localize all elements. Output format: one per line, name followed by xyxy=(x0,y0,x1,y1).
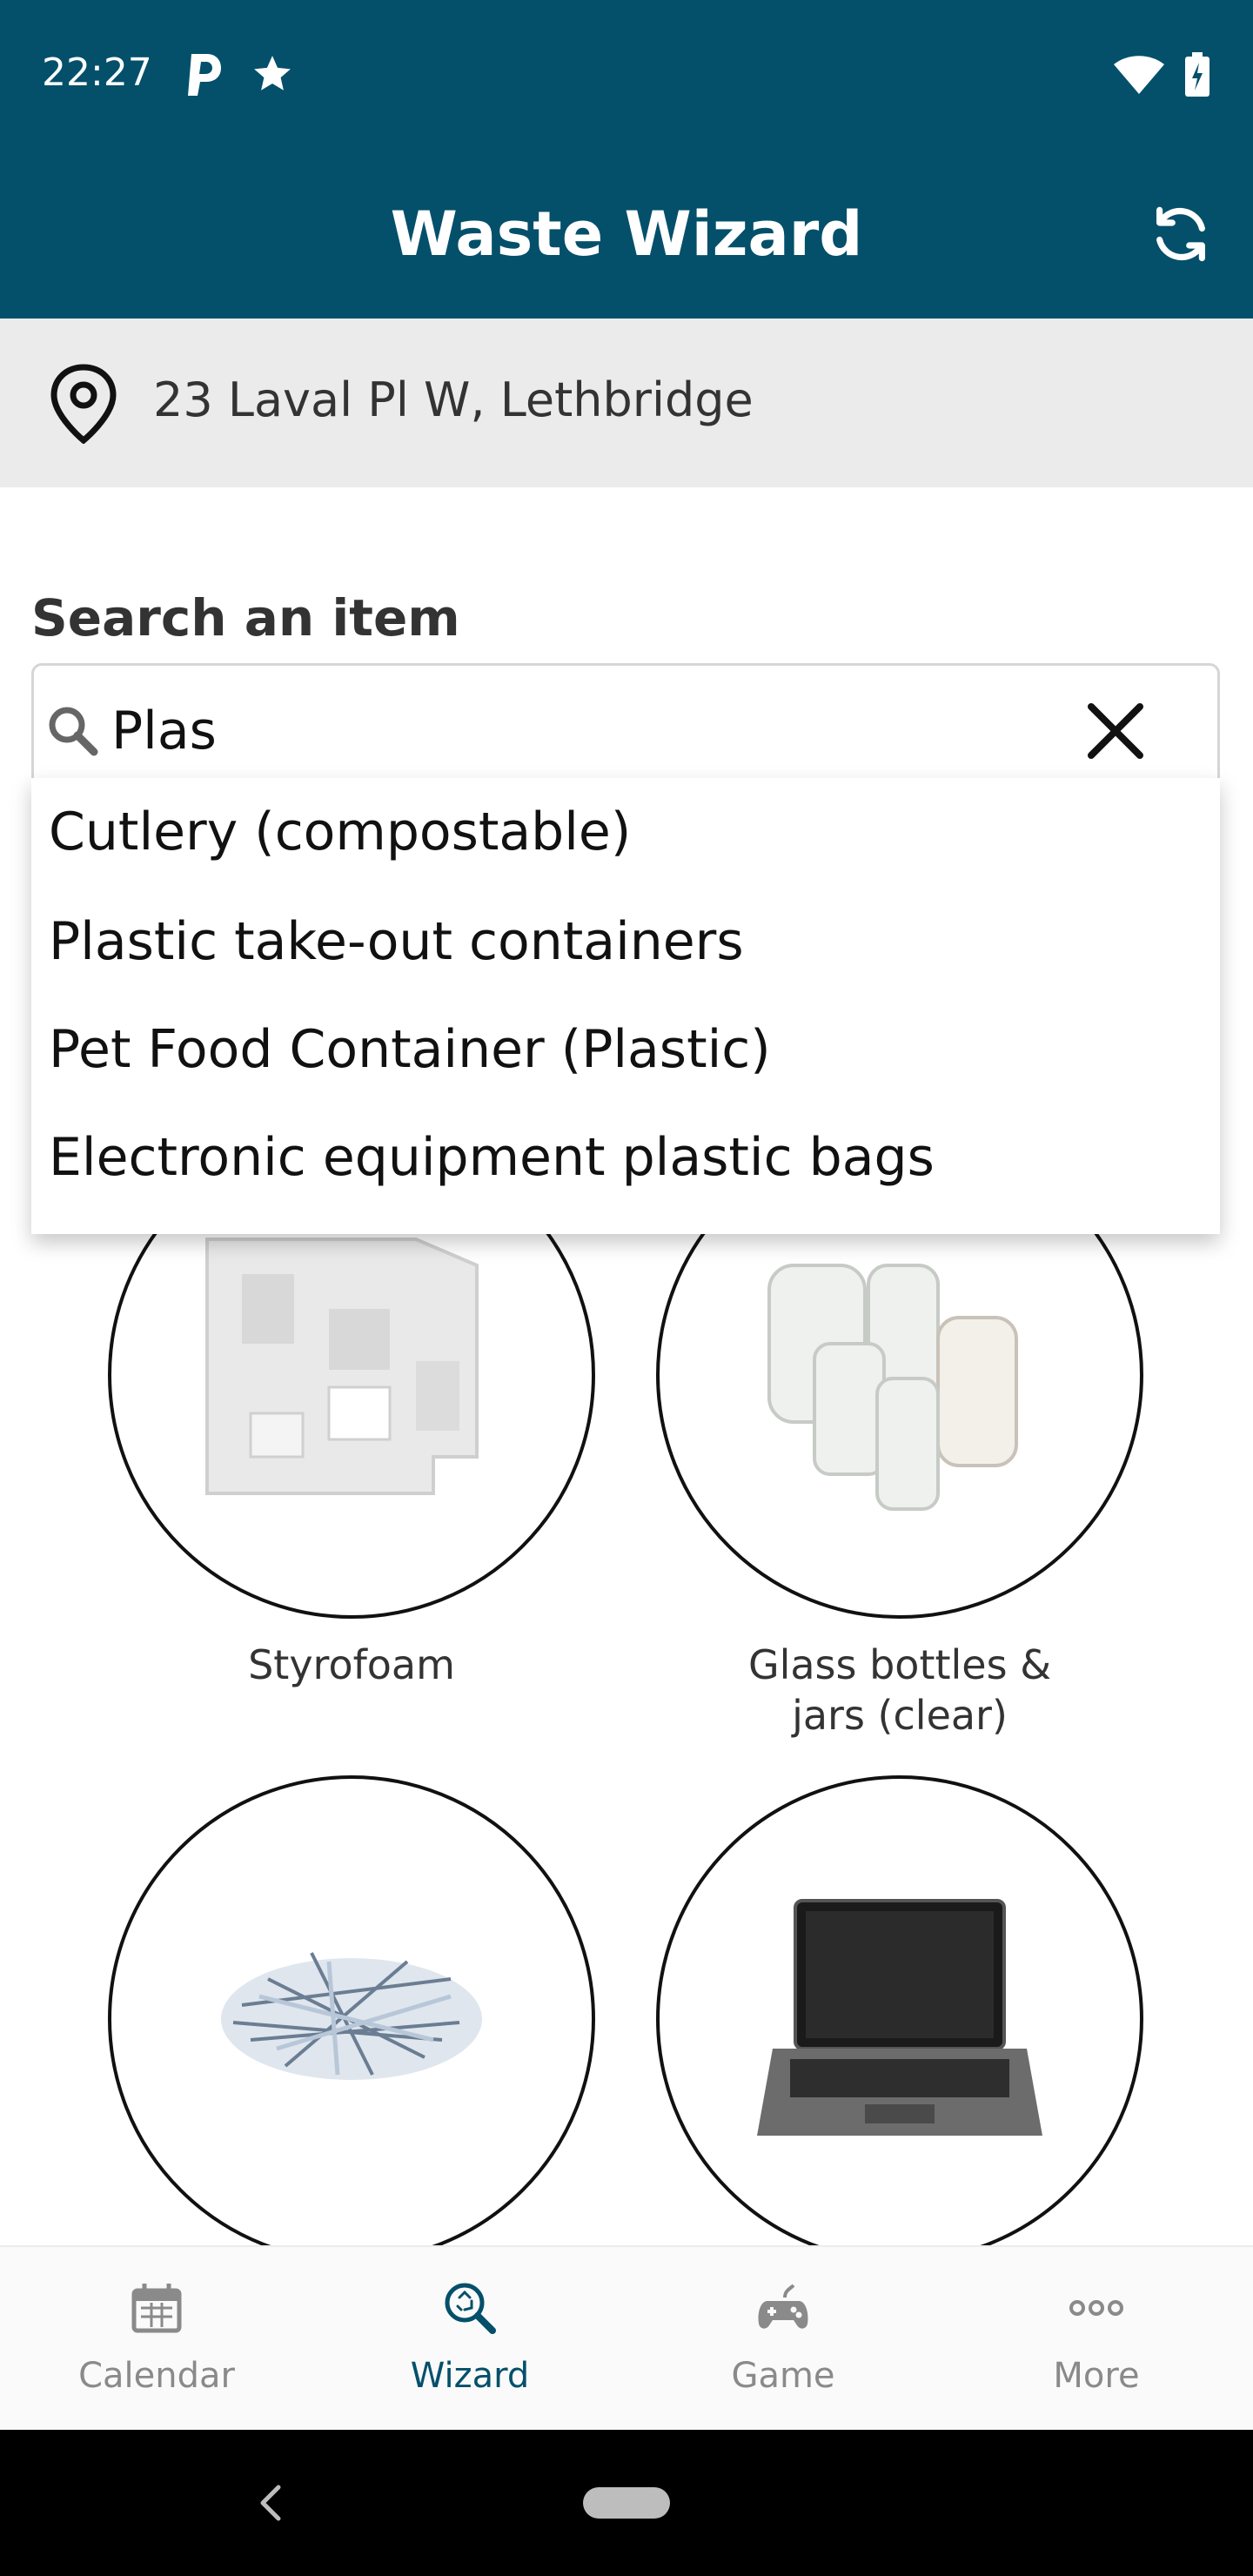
refresh-icon[interactable] xyxy=(1147,200,1215,268)
clear-search-icon[interactable] xyxy=(1081,696,1150,766)
suggestion-item[interactable]: Cutlery (compostable) xyxy=(49,778,1197,886)
search-label: Search an item xyxy=(31,588,460,647)
suggestion-item[interactable]: Electronic equipment plastic bags xyxy=(49,1104,1197,1211)
item-glass-jars-caption: Glass bottles & xyxy=(747,1641,1052,1688)
location-pin-icon xyxy=(50,364,117,444)
nav-game-label: Game xyxy=(731,2356,835,2396)
gamepad-icon xyxy=(758,2284,808,2329)
nav-calendar-label: Calendar xyxy=(78,2356,235,2396)
suggestions-dropdown: Cutlery (compostable) Plastic take-out c… xyxy=(31,778,1220,1234)
battery-icon xyxy=(1185,52,1209,97)
item-styrofoam-caption: Styrofoam xyxy=(248,1641,455,1688)
nav-calendar[interactable]: Calendar xyxy=(0,2280,313,2411)
nav-wizard-label: Wizard xyxy=(410,2356,530,2396)
suggestion-item[interactable]: Pet Food Container (Plastic) xyxy=(49,996,1197,1104)
item-glass-jars-caption-line2: jars (clear) xyxy=(792,1692,1008,1739)
nav-game[interactable]: Game xyxy=(626,2280,940,2411)
nav-more[interactable]: More xyxy=(940,2280,1253,2411)
home-pill[interactable] xyxy=(583,2487,670,2519)
nav-wizard[interactable]: Wizard xyxy=(313,2280,626,2411)
suggestion-item[interactable]: Plastic take-out containers xyxy=(49,888,1197,996)
laptop-image xyxy=(757,1899,1042,2136)
shredded-paper-image xyxy=(221,1952,482,2080)
status-time: 22:27 xyxy=(42,50,152,95)
item-laptop[interactable] xyxy=(656,1775,1143,2263)
location-address: 23 Laval Pl W, Lethbridge xyxy=(153,372,754,427)
search-icon xyxy=(49,707,98,756)
item-shredded-paper[interactable] xyxy=(108,1775,595,2263)
parking-icon xyxy=(188,54,221,96)
app-title: Waste Wizard xyxy=(390,198,863,270)
back-icon[interactable] xyxy=(252,2479,287,2527)
nav-more-label: More xyxy=(1053,2356,1140,2396)
wifi-icon xyxy=(1114,56,1164,94)
more-icon xyxy=(1069,2300,1123,2316)
star-icon xyxy=(254,56,291,91)
wizard-search-icon xyxy=(445,2283,496,2334)
search-input[interactable] xyxy=(111,696,982,766)
calendar-icon xyxy=(131,2284,182,2333)
